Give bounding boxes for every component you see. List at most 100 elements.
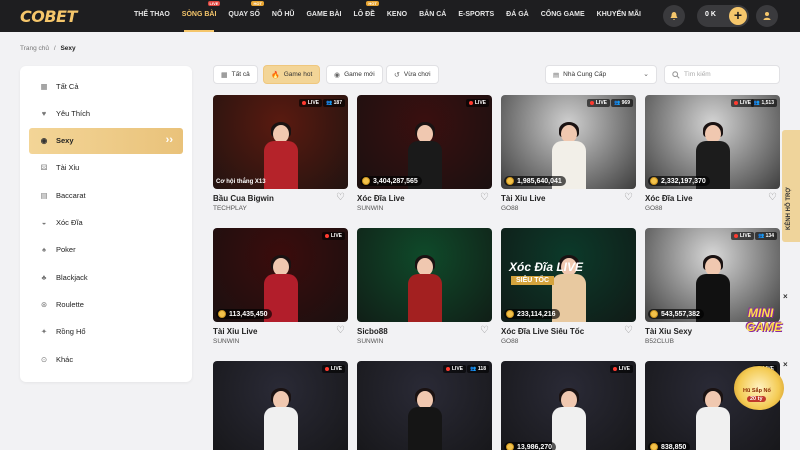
sidebar-item[interactable]: ♥ Yêu Thích bbox=[29, 100, 183, 126]
nav-item[interactable]: ĐÁ GÀ bbox=[500, 0, 535, 32]
poker-icon: ♠ bbox=[42, 245, 46, 255]
nav-item[interactable]: CỔNG GAME bbox=[535, 0, 591, 32]
sidebar-item[interactable]: ▦ Tất Cả bbox=[29, 73, 183, 99]
breadcrumb-home[interactable]: Trang chủ bbox=[20, 45, 49, 52]
viewer-count: 👥 969 bbox=[611, 99, 633, 107]
sidebar-item-label: Xóc Đĩa bbox=[56, 218, 83, 227]
game-title[interactable]: Xóc Đĩa Live Siêu Tốc bbox=[501, 327, 584, 336]
jackpot-value: 543,557,382 bbox=[661, 310, 700, 318]
dealer-body bbox=[263, 407, 298, 450]
nav-item[interactable]: GAME BÀI bbox=[300, 0, 347, 32]
heart-icon[interactable]: ♡ bbox=[768, 193, 778, 203]
notification-button[interactable] bbox=[663, 5, 685, 27]
sidebar-item[interactable]: ⊙ Khác bbox=[29, 346, 183, 372]
provider-select[interactable]: ▤ Nhà Cung Cấp ⌄ bbox=[545, 65, 657, 84]
sidebar-item[interactable]: ♣ Blackjack bbox=[29, 264, 183, 290]
game-card[interactable]: LIVE 👥 187 Cơ hội thắng X13 Bầu Cua Bigwin T… bbox=[213, 95, 348, 212]
jackpot-amount: 1,985,640,041 bbox=[504, 176, 566, 186]
nav-item[interactable]: E-SPORTS bbox=[452, 0, 500, 32]
balance-box[interactable]: 0 K + bbox=[697, 5, 749, 27]
game-card[interactable]: Sicbo88 SUNWIN ♡ bbox=[357, 228, 492, 345]
game-thumbnail[interactable]: LIVE 👥 969 1,985,640,041 bbox=[501, 95, 636, 189]
nav-item[interactable]: SÒNG BÀI LIVE bbox=[176, 0, 223, 32]
nav-item[interactable]: LÔ ĐỀ HOT bbox=[347, 0, 380, 32]
nav-item[interactable]: THỂ THAO bbox=[128, 0, 176, 32]
filter-vua-choi[interactable]: ↺ Vừa chơi bbox=[386, 65, 439, 84]
game-thumbnail[interactable]: LIVE 113,435,450 bbox=[213, 228, 348, 322]
sidebar-item[interactable]: ⊛ Roulette bbox=[29, 291, 183, 317]
viewer-count: 👥 118 bbox=[467, 365, 489, 373]
game-card[interactable]: LIVE 👥 118 bbox=[357, 361, 492, 450]
game-thumbnail[interactable]: LIVE 13,986,270 bbox=[501, 361, 636, 450]
game-title[interactable]: Xóc Đĩa Live bbox=[357, 194, 405, 203]
filter-game-moi[interactable]: ◉ Game mới bbox=[326, 65, 383, 84]
sidebar-item[interactable]: ▤ Baccarat bbox=[29, 182, 183, 208]
jackpot-value: 20 tỷ bbox=[747, 396, 766, 402]
support-channel-tab[interactable]: KÊNH HỖ TRỢ bbox=[782, 130, 800, 242]
jackpot-amount: 13,986,270 bbox=[504, 442, 557, 450]
filter-label: Tất cả bbox=[231, 71, 250, 78]
heart-icon[interactable]: ♡ bbox=[480, 193, 490, 203]
sidebar-item-label: Tài Xỉu bbox=[56, 163, 80, 173]
nav-label: NỔ HŨ bbox=[271, 11, 295, 18]
game-title[interactable]: Sicbo88 bbox=[357, 327, 388, 336]
dealer-figure bbox=[263, 388, 298, 450]
sidebar-item[interactable]: ◒ Xóc Đĩa bbox=[29, 210, 183, 236]
live-dot-icon bbox=[612, 367, 617, 371]
search-box[interactable] bbox=[664, 65, 780, 84]
game-thumbnail[interactable]: LIVE bbox=[213, 361, 348, 450]
game-card[interactable]: Xóc Đĩa LIVE SIÊU TỐC 233,114,216 Xóc Đĩa L… bbox=[501, 228, 636, 345]
game-title[interactable]: Tài Xỉu Live bbox=[213, 327, 257, 336]
search-icon bbox=[672, 70, 680, 79]
nav-item[interactable]: NỔ HŨ bbox=[266, 0, 301, 32]
game-title[interactable]: Tài Xỉu Sexy bbox=[645, 327, 692, 336]
game-card[interactable]: LIVE 113,435,450 Tài Xỉu Live SUNWIN ♡ bbox=[213, 228, 348, 345]
deposit-plus-icon[interactable]: + bbox=[729, 7, 747, 25]
game-card[interactable]: LIVE bbox=[213, 361, 348, 450]
heart-icon[interactable]: ♡ bbox=[624, 326, 634, 336]
nav-item[interactable]: KHUYẾN MÃI bbox=[591, 0, 647, 32]
game-thumbnail[interactable]: Xóc Đĩa LIVE SIÊU TỐC 233,114,216 bbox=[501, 228, 636, 322]
live-label: LIVE bbox=[739, 100, 751, 106]
sidebar-item[interactable]: ⚄ Tài Xỉu bbox=[29, 155, 183, 181]
sidebar-item[interactable]: ✦ Rồng Hổ bbox=[29, 319, 183, 345]
game-thumbnail[interactable]: LIVE 3,404,287,565 bbox=[357, 95, 492, 189]
jackpot-widget[interactable]: Hũ Sắp Nổ 20 tỷ bbox=[734, 366, 784, 410]
grid-icon: ▦ bbox=[221, 71, 228, 79]
game-thumbnail[interactable]: LIVE 👥 187 Cơ hội thắng X13 bbox=[213, 95, 348, 189]
breadcrumb-current: Sexy bbox=[60, 45, 76, 52]
game-thumbnail[interactable] bbox=[357, 228, 492, 322]
viewer-count-value: 1,513 bbox=[761, 100, 774, 106]
search-input[interactable] bbox=[684, 71, 774, 78]
nav-item[interactable]: BẮN CÁ bbox=[413, 0, 452, 32]
sidebar-item-label: Baccarat bbox=[56, 190, 86, 200]
game-card[interactable]: LIVE 👥 1,513 2,332,197,370 Xóc Đĩa Live GO88… bbox=[645, 95, 780, 212]
sidebar-item[interactable]: ♠ Poker bbox=[29, 237, 183, 263]
blackjack-icon: ♣ bbox=[41, 272, 47, 282]
game-thumbnail[interactable]: LIVE 👥 1,513 2,332,197,370 bbox=[645, 95, 780, 189]
game-title[interactable]: Bầu Cua Bigwin bbox=[213, 194, 274, 203]
nav-label: GAME BÀI bbox=[306, 11, 342, 18]
filter-game-hot[interactable]: 🔥 Game hot bbox=[263, 65, 321, 84]
nav-label: KHUYẾN MÃI bbox=[596, 11, 641, 18]
game-card[interactable]: LIVE 3,404,287,565 Xóc Đĩa Live SUNWIN ♡ bbox=[357, 95, 492, 212]
nav-label: CỔNG GAME bbox=[540, 11, 585, 18]
viewer-count-value: 969 bbox=[621, 100, 630, 106]
game-thumbnail[interactable]: LIVE 👥 118 bbox=[357, 361, 492, 450]
game-title[interactable]: Xóc Đĩa Live bbox=[645, 194, 693, 203]
game-title[interactable]: Tài Xỉu Live bbox=[501, 194, 545, 203]
sidebar-item[interactable]: ◉ Sexy ›› bbox=[29, 127, 183, 154]
filter-all[interactable]: ▦ Tất cả bbox=[213, 65, 258, 84]
heart-icon[interactable]: ♡ bbox=[336, 193, 346, 203]
account-button[interactable] bbox=[756, 5, 778, 27]
mini-game-widget[interactable]: MINI GAME bbox=[742, 300, 792, 342]
game-card[interactable]: LIVE 13,986,270 bbox=[501, 361, 636, 450]
nav-item[interactable]: QUAY SỐ HOT bbox=[222, 0, 266, 32]
game-card[interactable]: LIVE 👥 969 1,985,640,041 Tài Xỉu Live GO88 ♡ bbox=[501, 95, 636, 212]
heart-icon[interactable]: ♡ bbox=[336, 326, 346, 336]
heart-icon[interactable]: ♡ bbox=[480, 326, 490, 336]
cobet-logo[interactable]: COBET bbox=[20, 7, 77, 26]
sidebar-item-label: Blackjack bbox=[56, 272, 88, 282]
heart-icon[interactable]: ♡ bbox=[624, 193, 634, 203]
nav-item[interactable]: KENO bbox=[381, 0, 413, 32]
